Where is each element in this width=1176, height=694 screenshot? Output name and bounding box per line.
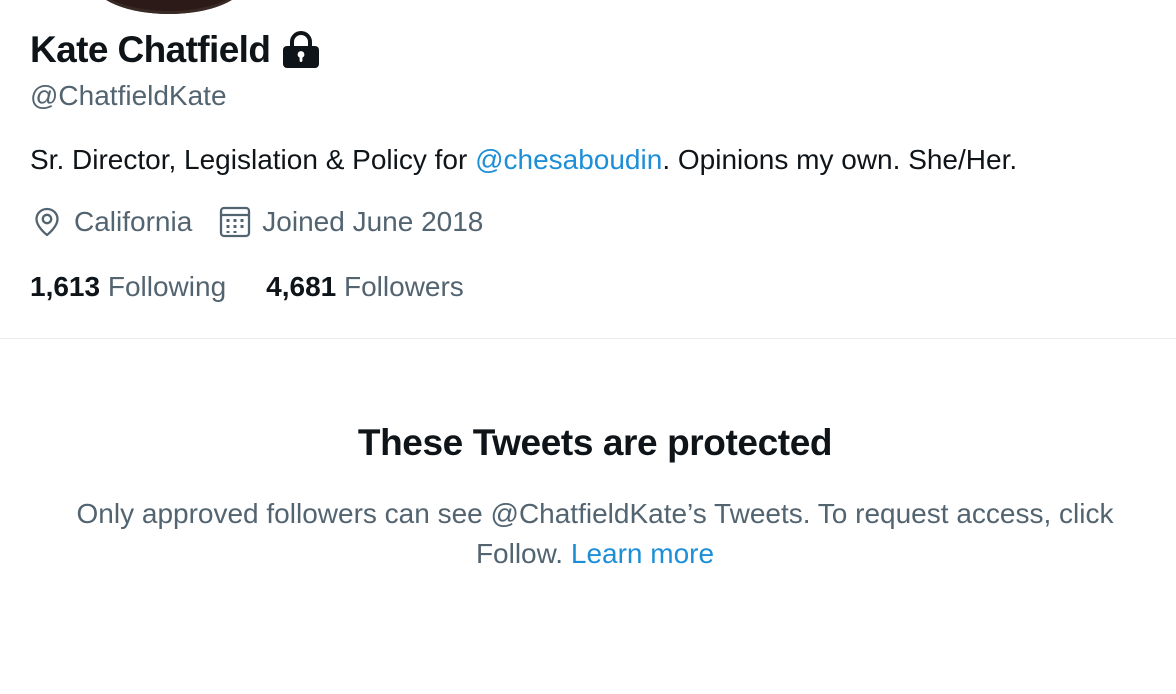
section-divider bbox=[0, 338, 1176, 339]
bio-prefix: Sr. Director, Legislation & Policy for bbox=[30, 144, 476, 175]
learn-more-link[interactable]: Learn more bbox=[571, 538, 714, 569]
protected-message: Only approved followers can see @Chatfie… bbox=[30, 494, 1160, 574]
calendar-icon bbox=[218, 205, 252, 239]
bio-mention-link[interactable]: @chesaboudin bbox=[475, 144, 662, 175]
profile-meta: California Joined June 2018 bbox=[30, 204, 509, 240]
followers-label: Followers bbox=[344, 271, 464, 302]
profile-page: Kate Chatfield @ChatfieldKate Sr. Direct… bbox=[0, 0, 1176, 694]
follow-stats: 1,613 Following 4,681 Followers bbox=[30, 269, 504, 305]
lock-icon bbox=[279, 28, 323, 72]
location-text: California bbox=[74, 206, 193, 237]
bio-suffix: . Opinions my own. She/Her. bbox=[662, 144, 1018, 175]
profile-name: Kate Chatfield bbox=[30, 29, 271, 70]
protected-title: These Tweets are protected bbox=[357, 422, 833, 463]
following-link[interactable]: 1,613 Following bbox=[30, 269, 226, 305]
profile-handle: @ChatfieldKate bbox=[30, 80, 227, 111]
following-count: 1,613 bbox=[30, 271, 101, 302]
location-pin-icon bbox=[30, 205, 64, 239]
profile-bio: Sr. Director, Legislation & Policy for @… bbox=[30, 142, 1017, 178]
joined-item: Joined June 2018 bbox=[218, 204, 483, 240]
following-label: Following bbox=[107, 271, 227, 302]
followers-count: 4,681 bbox=[266, 271, 337, 302]
joined-text: Joined June 2018 bbox=[262, 206, 484, 237]
avatar[interactable] bbox=[94, 0, 244, 14]
location-item: California bbox=[30, 204, 192, 240]
profile-name-row: Kate Chatfield bbox=[30, 28, 323, 72]
followers-link[interactable]: 4,681 Followers bbox=[266, 269, 464, 305]
